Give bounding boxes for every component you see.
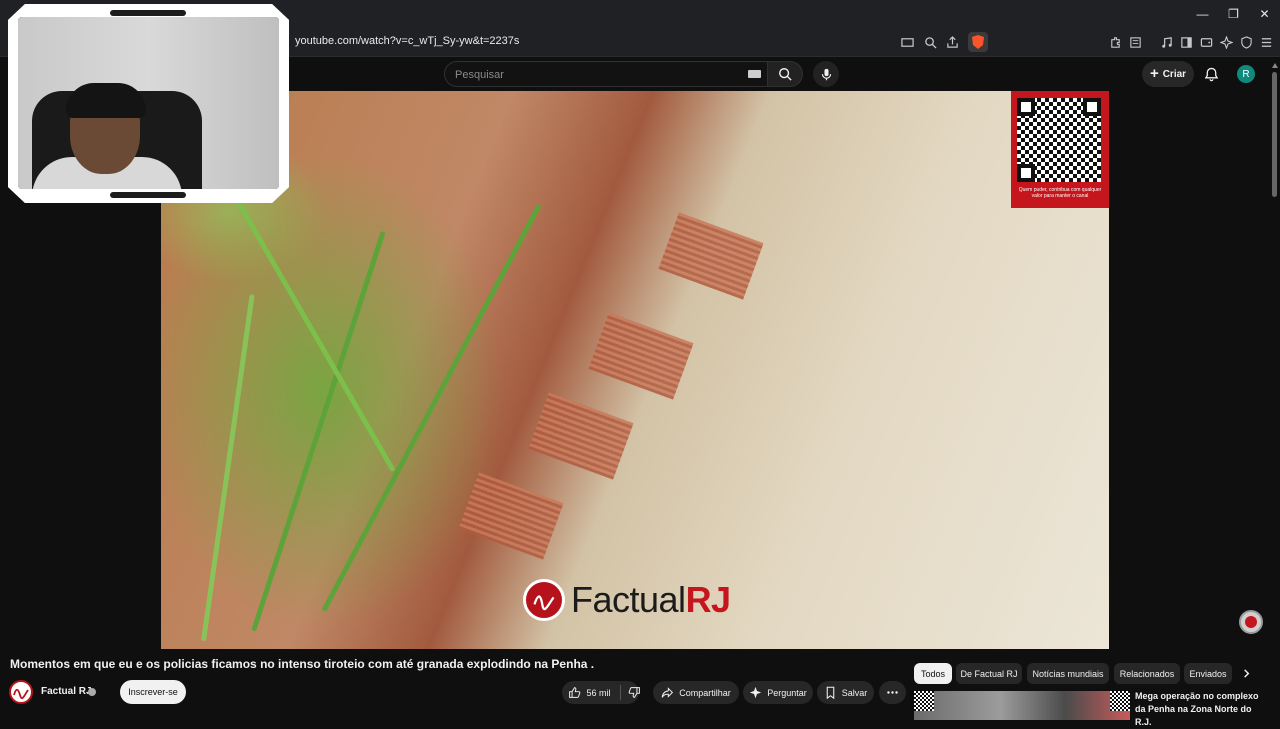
dislike-button[interactable] xyxy=(621,681,648,704)
qr-code xyxy=(1017,98,1101,182)
channel-avatar[interactable] xyxy=(9,680,33,704)
media-controls-icon[interactable] xyxy=(1157,33,1175,51)
more-actions-button[interactable] xyxy=(879,681,906,704)
floating-channel-button[interactable] xyxy=(1239,610,1263,634)
video-frame-detail xyxy=(458,472,564,560)
bookmark-icon xyxy=(826,686,835,699)
video-frame-detail xyxy=(658,212,764,300)
sparkle-icon xyxy=(750,686,762,699)
voice-search-button[interactable] xyxy=(813,61,839,87)
chip-de-factual-rj[interactable]: De Factual RJ xyxy=(956,663,1022,684)
search-button[interactable] xyxy=(767,61,803,87)
create-button[interactable]: + Criar xyxy=(1142,61,1194,87)
watermark-name: Factual xyxy=(571,579,686,620)
webcam-frame-decoration xyxy=(110,10,186,16)
video-frame-detail xyxy=(528,392,634,480)
related-video-title[interactable]: Mega operação no complexo da Penha na Zo… xyxy=(1135,690,1265,729)
video-frame-detail xyxy=(251,230,386,632)
install-app-icon[interactable] xyxy=(898,33,916,51)
qr-marker xyxy=(1017,98,1035,116)
restore-icon[interactable]: ❐ xyxy=(1218,0,1249,28)
account-avatar[interactable]: R xyxy=(1237,65,1255,83)
save-button[interactable]: Salvar xyxy=(817,681,874,704)
keyboard-icon[interactable] xyxy=(748,70,761,78)
share-button[interactable]: Compartilhar xyxy=(653,681,739,704)
wallet-icon[interactable] xyxy=(1197,33,1215,51)
chip-relacionados[interactable]: Relacionados xyxy=(1114,663,1180,684)
watermark-suffix: RJ xyxy=(685,579,732,620)
leo-ai-icon[interactable] xyxy=(1217,33,1235,51)
reader-mode-icon[interactable] xyxy=(1126,33,1144,51)
thumbs-down-icon xyxy=(628,687,640,698)
thumbnail-qr xyxy=(1110,691,1130,711)
channel-watermark: FactualRJ xyxy=(523,575,731,625)
brave-shields-icon[interactable] xyxy=(968,32,988,52)
webcam-overlay xyxy=(18,17,279,189)
webcam-person-hair xyxy=(66,83,146,118)
extensions-icon[interactable] xyxy=(1106,33,1124,51)
qr-marker xyxy=(1017,164,1035,182)
subscribe-button[interactable]: Inscrever-se xyxy=(120,680,186,704)
chip-todos[interactable]: Todos xyxy=(914,663,952,684)
microphone-icon xyxy=(821,68,831,80)
bell-icon xyxy=(1204,67,1218,81)
video-frame-detail xyxy=(588,312,694,400)
share-arrow-icon xyxy=(661,687,674,698)
plus-icon: + xyxy=(1149,65,1159,82)
zoom-icon[interactable] xyxy=(921,33,939,51)
thumbs-up-icon xyxy=(569,687,581,698)
share-label: Compartilhar xyxy=(679,687,731,698)
sidebar-icon[interactable] xyxy=(1177,33,1195,51)
window-controls: — ❐ ✕ xyxy=(1187,0,1280,28)
related-video-thumbnail[interactable] xyxy=(914,691,1130,720)
webcam-frame-decoration xyxy=(110,192,186,198)
vpn-shield-icon[interactable] xyxy=(1237,33,1255,51)
video-player[interactable]: Quem puder, contribua com qualquer valor… xyxy=(161,91,1109,649)
chip-noticias-mundiais[interactable]: Notícias mundiais xyxy=(1027,663,1109,684)
chip-enviados[interactable]: Enviados xyxy=(1184,663,1232,684)
create-label: Criar xyxy=(1162,68,1187,80)
more-horizontal-icon xyxy=(887,691,898,694)
menu-icon[interactable] xyxy=(1257,33,1275,51)
ask-label: Perguntar xyxy=(767,687,807,698)
video-frame-detail xyxy=(201,294,255,642)
qr-caption: Quem puder, contribua com qualquer valor… xyxy=(1018,187,1102,199)
page-scrollbar-thumb[interactable] xyxy=(1272,72,1277,197)
scroll-up-arrow[interactable] xyxy=(1272,63,1278,68)
chevron-right-icon xyxy=(1243,669,1249,678)
factual-logo-icon xyxy=(523,579,565,621)
save-label: Salvar xyxy=(841,687,868,698)
search-box xyxy=(444,61,768,87)
donation-qr-card: Quem puder, contribua com qualquer valor… xyxy=(1011,91,1109,208)
search-icon xyxy=(779,68,792,81)
search-input[interactable] xyxy=(455,67,735,83)
verified-icon xyxy=(88,688,96,696)
chips-next-button[interactable] xyxy=(1236,663,1256,684)
like-count: 56 mil xyxy=(586,687,611,698)
notifications-button[interactable] xyxy=(1201,64,1221,84)
address-bar[interactable]: youtube.com/watch?v=c_wTj_Sy-yw&t=2237s xyxy=(295,35,519,47)
video-title: Momentos em que eu e os policias ficamos… xyxy=(10,657,595,671)
minimize-icon[interactable]: — xyxy=(1187,0,1218,28)
watermark-text: FactualRJ xyxy=(571,579,731,621)
channel-name[interactable]: Factual RJ xyxy=(41,686,92,697)
ask-button[interactable]: Perguntar xyxy=(743,681,813,704)
thumbnail-qr xyxy=(914,691,934,711)
qr-marker xyxy=(1083,98,1101,116)
share-page-icon[interactable] xyxy=(943,33,961,51)
close-icon[interactable]: ✕ xyxy=(1249,0,1280,28)
